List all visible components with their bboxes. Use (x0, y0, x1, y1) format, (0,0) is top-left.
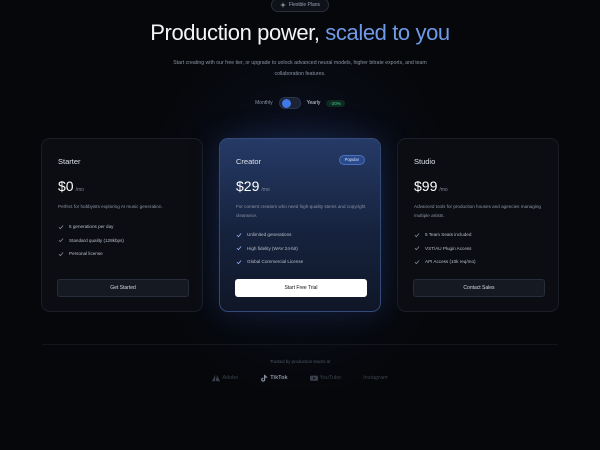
adobe-icon (212, 374, 221, 382)
price-period: /mo (75, 187, 84, 193)
price-amount: $0 (58, 178, 74, 194)
start-free-trial-button[interactable]: Start Free Trial (235, 279, 367, 297)
billing-toggle-group: Monthly Yearly -20% (0, 96, 600, 110)
partner-logos: Adobe TikTok YouTube Instagram (0, 372, 600, 384)
adobe-logo: Adobe (212, 374, 238, 382)
check-icon (414, 246, 420, 251)
feature-list: 5 Team Seats included VST/AU Plugin Acce… (414, 228, 476, 269)
check-icon (58, 238, 64, 243)
plan-name: Starter (58, 157, 81, 166)
page-title: Production power, scaled to you (0, 20, 600, 46)
price-amount: $29 (236, 178, 260, 194)
feature-text: Global Commercial License (247, 259, 304, 265)
feature-list: 5 generations per day Standard quality (… (58, 220, 124, 261)
plan-card-starter: Starter $0 /mo Perfect for hobbyists exp… (41, 138, 203, 312)
plan-description: Perfect for hobbyists exploring AI music… (58, 204, 163, 209)
feature-item: 5 generations per day (58, 220, 124, 234)
page-subtitle: Start creating with our free tier, or up… (173, 60, 427, 77)
yearly-label[interactable]: Yearly (307, 100, 321, 106)
check-icon (236, 232, 242, 237)
instagram-logo: Instagram (363, 375, 387, 381)
plan-name: Creator (236, 157, 262, 166)
get-started-button[interactable]: Get Started (57, 279, 189, 297)
adobe-name: Adobe (222, 375, 239, 381)
check-icon (58, 224, 64, 229)
plan-description: For content creators who need high-quali… (236, 204, 366, 218)
feature-text: Unlimited generations (247, 232, 292, 238)
sparkle-icon (279, 2, 286, 8)
flexible-plans-badge: Flexible Plans (271, 0, 329, 12)
trusted-by-label: Trusted by production teams at (269, 359, 331, 364)
feature-list: Unlimited generations High fidelity (WAV… (236, 228, 303, 269)
plan-price: $0 /mo (58, 178, 84, 194)
feature-text: API Access (10k req/mo) (425, 259, 476, 265)
feature-text: 5 generations per day (69, 224, 114, 230)
feature-text: High fidelity (WAV 24-bit) (247, 245, 298, 251)
popular-badge: Popular (338, 155, 365, 165)
check-icon (414, 232, 420, 237)
monthly-label[interactable]: Monthly (255, 100, 273, 106)
badge-label: Flexible Plans (288, 2, 321, 8)
plan-name: Studio (414, 157, 436, 166)
plan-card-creator: Creator Popular $29 /mo For content crea… (219, 138, 381, 312)
feature-text: VST/AU Plugin Access (425, 245, 472, 251)
youtube-logo: YouTube (309, 374, 342, 382)
plan-description: Advanced tools for production houses and… (414, 204, 541, 218)
youtube-icon (309, 375, 318, 381)
youtube-name: YouTube (319, 375, 342, 381)
tiktok-logo: TikTok (260, 374, 288, 382)
plan-card-studio: Studio $99 /mo Advanced tools for produc… (397, 138, 559, 312)
feature-item: Unlimited generations (236, 228, 303, 242)
section-divider (42, 344, 558, 345)
feature-item: Standard quality (128kbps) (58, 234, 124, 248)
contact-sales-button[interactable]: Contact Sales (413, 279, 545, 297)
feature-item: Personal license (58, 247, 124, 261)
toggle-knob (281, 99, 291, 108)
feature-text: Standard quality (128kbps) (69, 237, 124, 243)
plan-price: $29 /mo (236, 178, 270, 194)
tiktok-name: TikTok (270, 375, 288, 381)
feature-item: 5 Team Seats included (414, 228, 476, 242)
price-period: /mo (261, 187, 270, 193)
check-icon (414, 259, 420, 264)
check-icon (58, 251, 64, 256)
feature-item: High fidelity (WAV 24-bit) (236, 242, 303, 256)
feature-item: VST/AU Plugin Access (414, 242, 476, 256)
feature-item: API Access (10k req/mo) (414, 255, 476, 269)
plan-price: $99 /mo (414, 178, 448, 194)
title-accent: scaled to you (325, 20, 450, 45)
check-icon (236, 259, 242, 264)
feature-text: 5 Team Seats included (425, 232, 472, 238)
title-main: Production power, (150, 20, 326, 45)
price-period: /mo (439, 187, 448, 193)
instagram-name: Instagram (363, 375, 388, 381)
discount-badge: -20% (326, 99, 345, 107)
price-amount: $99 (414, 178, 438, 194)
feature-item: Global Commercial License (236, 255, 303, 269)
tiktok-icon (261, 374, 268, 382)
check-icon (236, 246, 242, 251)
billing-toggle[interactable] (278, 97, 301, 109)
feature-text: Personal license (69, 251, 103, 257)
